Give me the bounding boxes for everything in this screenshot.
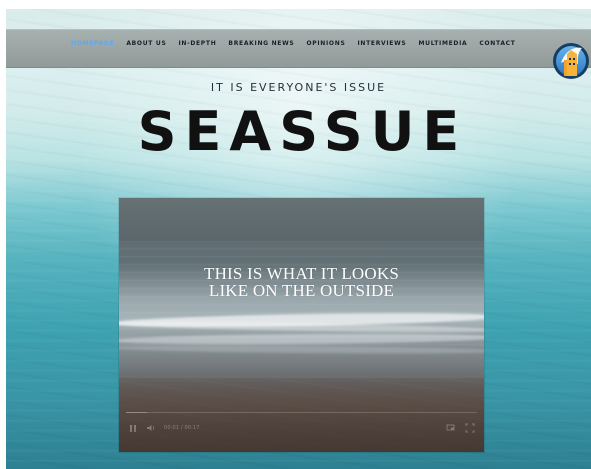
nav-item-opinions[interactable]: OPINIONS xyxy=(306,41,345,47)
nav-item-multimedia[interactable]: MULTIMEDIA xyxy=(418,41,467,47)
fullscreen-icon[interactable] xyxy=(464,422,476,434)
pause-icon[interactable] xyxy=(127,422,139,434)
video-time-display: 00:01 / 00:17 xyxy=(164,425,200,431)
video-controls: 00:01 / 00:17 xyxy=(127,422,476,434)
video-progress-fill xyxy=(126,412,148,413)
top-navigation-bar: HOMEPAGE ABOUT US IN-DEPTH BREAKING NEWS… xyxy=(6,29,591,79)
volume-icon[interactable] xyxy=(145,422,157,434)
wave-band xyxy=(119,344,484,355)
wave-band xyxy=(119,319,484,335)
nav-item-homepage[interactable]: HOMEPAGE xyxy=(71,41,114,47)
nav-item-in-depth[interactable]: IN-DEPTH xyxy=(178,41,216,47)
video-controls-left: 00:01 / 00:17 xyxy=(127,422,200,434)
video-controls-right xyxy=(445,422,476,434)
site-title: SEASSUE xyxy=(137,100,468,163)
nav-list: HOMEPAGE ABOUT US IN-DEPTH BREAKING NEWS… xyxy=(71,41,516,47)
nav-item-breaking-news[interactable]: BREAKING NEWS xyxy=(228,41,294,47)
nav-item-about-us[interactable]: ABOUT US xyxy=(126,41,166,47)
nav-item-interviews[interactable]: INTERVIEWS xyxy=(357,41,406,47)
hero-tagline: IT IS EVERYONE'S ISSUE xyxy=(210,81,387,94)
logo-badge-icon[interactable] xyxy=(552,35,590,87)
nav-item-contact[interactable]: CONTACT xyxy=(479,41,515,47)
picture-in-picture-icon[interactable] xyxy=(445,422,457,434)
wave-band xyxy=(119,310,484,330)
video-player[interactable]: THIS IS WHAT IT LOOKS LIKE ON THE OUTSID… xyxy=(119,198,484,452)
video-progress-track[interactable] xyxy=(126,412,477,413)
wave-band xyxy=(119,332,484,346)
video-overlay-title-line-2: LIKE ON THE OUTSIDE xyxy=(208,280,395,300)
page-frame: HOMEPAGE ABOUT US IN-DEPTH BREAKING NEWS… xyxy=(6,9,591,469)
video-overlay-title: THIS IS WHAT IT LOOKS LIKE ON THE OUTSID… xyxy=(119,265,484,300)
